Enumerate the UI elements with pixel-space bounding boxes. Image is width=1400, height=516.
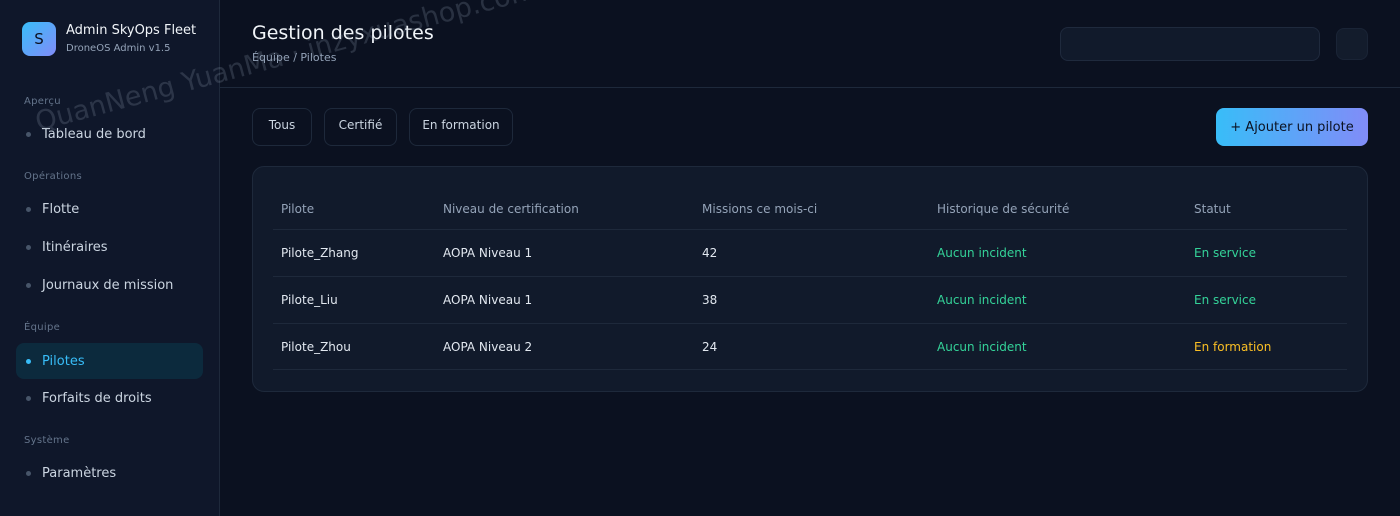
table-row[interactable]: Pilote_Liu AOPA Niveau 1 38 Aucun incide… bbox=[273, 276, 1347, 323]
bullet-icon bbox=[26, 395, 31, 401]
brand-logo: S bbox=[22, 22, 56, 56]
sidebar-item-label: Forfaits de droits bbox=[42, 390, 152, 406]
sidebar-item-tableau-de-bord[interactable]: Tableau de bord bbox=[16, 116, 203, 152]
add-pilot-button[interactable]: + Ajouter un pilote bbox=[1216, 108, 1368, 146]
pilot-name: Pilote_Liu bbox=[281, 293, 338, 307]
sidebar-item-label: Pilotes bbox=[42, 353, 85, 369]
missions-count: 24 bbox=[702, 340, 718, 354]
search-input[interactable] bbox=[1060, 27, 1320, 61]
brand-name: Admin SkyOps Fleet bbox=[66, 23, 197, 38]
brand-subtitle: DroneOS Admin v1.5 bbox=[66, 43, 171, 54]
section-label-apercu: Aperçu bbox=[24, 96, 61, 107]
sidebar-item-label: Flotte bbox=[42, 201, 80, 217]
missions-count: 42 bbox=[702, 246, 718, 260]
sidebar-item-journaux-de-mission[interactable]: Journaux de mission bbox=[16, 267, 203, 303]
header-action-button[interactable] bbox=[1336, 28, 1368, 60]
sidebar: S Admin SkyOps Fleet DroneOS Admin v1.5 … bbox=[0, 0, 220, 516]
safety-history: Aucun incident bbox=[937, 246, 1027, 260]
sidebar-item-label: Tableau de bord bbox=[42, 126, 146, 142]
status-badge: En formation bbox=[1194, 340, 1272, 354]
bullet-icon bbox=[26, 470, 31, 476]
certification-level: AOPA Niveau 1 bbox=[443, 246, 533, 260]
safety-history: Aucun incident bbox=[937, 293, 1027, 307]
brand: S Admin SkyOps Fleet DroneOS Admin v1.5 bbox=[22, 22, 196, 56]
column-header-historique: Historique de sécurité bbox=[937, 202, 1070, 216]
bullet-icon bbox=[26, 131, 31, 137]
filter-tous-button[interactable]: Tous bbox=[252, 108, 312, 146]
pilots-table: Pilote Niveau de certification Missions … bbox=[252, 166, 1368, 392]
sidebar-item-label: Itinéraires bbox=[42, 239, 108, 255]
column-header-pilote: Pilote bbox=[281, 202, 315, 216]
sidebar-item-flotte[interactable]: Flotte bbox=[16, 191, 203, 227]
column-header-statut: Statut bbox=[1194, 202, 1231, 216]
pilot-name: Pilote_Zhou bbox=[281, 340, 351, 354]
status-badge: En service bbox=[1194, 293, 1256, 307]
table-row[interactable]: Pilote_Zhang AOPA Niveau 1 42 Aucun inci… bbox=[273, 229, 1347, 276]
sidebar-item-forfaits-de-droits[interactable]: Forfaits de droits bbox=[16, 380, 203, 416]
bullet-icon bbox=[26, 244, 31, 250]
column-header-missions: Missions ce mois-ci bbox=[702, 202, 818, 216]
status-badge: En service bbox=[1194, 246, 1256, 260]
page-title: Gestion des pilotes bbox=[252, 22, 434, 44]
breadcrumb: Équipe / Pilotes bbox=[252, 51, 337, 64]
sidebar-item-itineraires[interactable]: Itinéraires bbox=[16, 229, 203, 265]
page-header: Gestion des pilotes Équipe / Pilotes bbox=[220, 0, 1400, 88]
sidebar-item-label: Paramètres bbox=[42, 465, 117, 481]
filter-en-formation-button[interactable]: En formation bbox=[409, 108, 513, 146]
bullet-icon bbox=[26, 282, 31, 288]
table-row[interactable]: Pilote_Zhou AOPA Niveau 2 24 Aucun incid… bbox=[273, 323, 1347, 370]
filter-certifie-button[interactable]: Certifié bbox=[324, 108, 397, 146]
sidebar-item-label: Journaux de mission bbox=[42, 277, 174, 293]
sidebar-item-pilotes[interactable]: Pilotes bbox=[16, 343, 203, 379]
certification-level: AOPA Niveau 1 bbox=[443, 293, 533, 307]
pilot-name: Pilote_Zhang bbox=[281, 246, 359, 260]
section-label-operations: Opérations bbox=[24, 171, 82, 182]
bullet-icon bbox=[26, 206, 31, 212]
column-header-niveau: Niveau de certification bbox=[443, 202, 579, 216]
section-label-systeme: Système bbox=[24, 435, 70, 446]
certification-level: AOPA Niveau 2 bbox=[443, 340, 533, 354]
missions-count: 38 bbox=[702, 293, 718, 307]
sidebar-item-parametres[interactable]: Paramètres bbox=[16, 455, 203, 491]
safety-history: Aucun incident bbox=[937, 340, 1027, 354]
bullet-icon bbox=[26, 358, 31, 364]
section-label-equipe: Équipe bbox=[24, 322, 61, 333]
